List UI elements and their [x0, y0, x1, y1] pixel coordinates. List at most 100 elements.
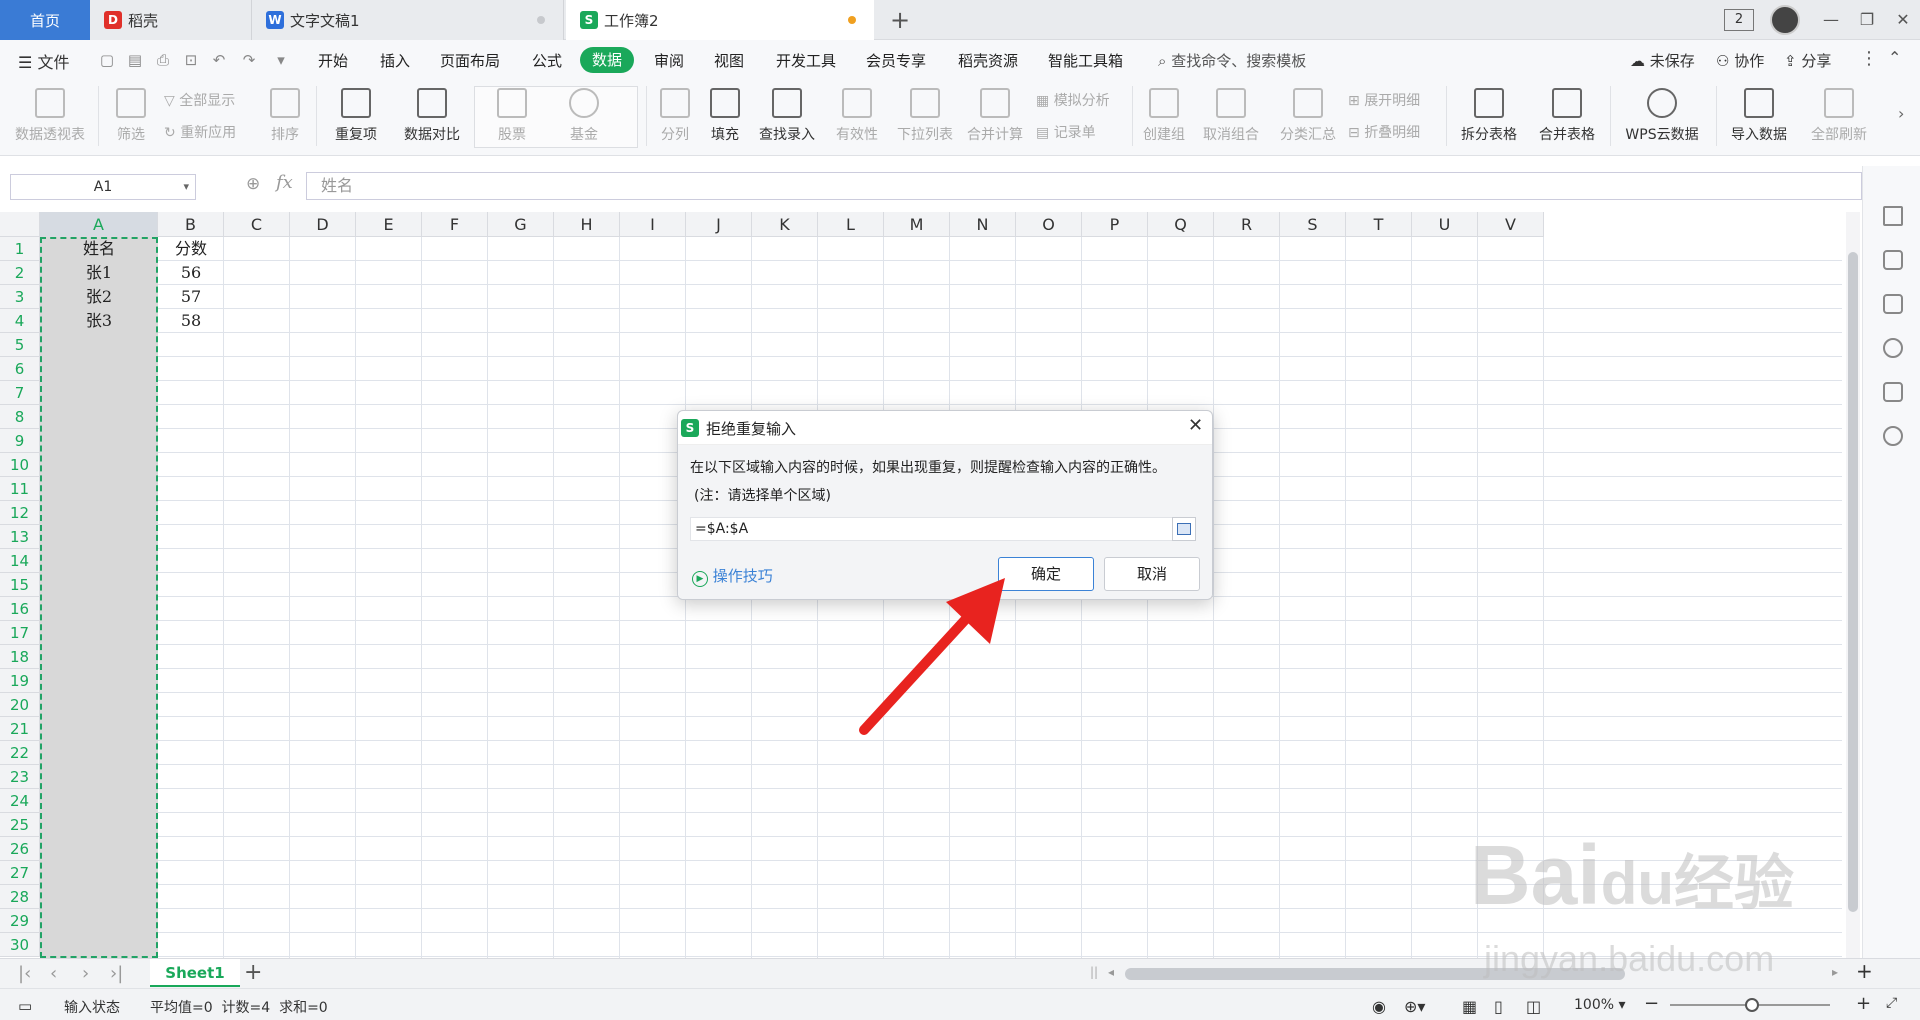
zoom-slider-handle[interactable] [1745, 998, 1759, 1012]
menu-view[interactable]: 视图 [714, 50, 744, 71]
row-header-23[interactable]: 23 [0, 765, 40, 789]
fill-button[interactable]: 填充 [704, 88, 746, 144]
command-search[interactable]: ⌕ 查找命令、搜索模板 [1158, 50, 1306, 71]
merge-table-button[interactable]: 合并表格 [1532, 88, 1602, 144]
row-header-15[interactable]: 15 [0, 573, 40, 597]
filter-button[interactable]: 筛选 [108, 88, 154, 144]
backup-icon[interactable] [1883, 382, 1903, 402]
tips-link[interactable]: ▶ 操作技巧 [692, 565, 773, 587]
column-header-v[interactable]: V [1478, 212, 1544, 237]
collapse-ribbon-icon[interactable]: ⌃ [1888, 48, 1901, 67]
column-header-b[interactable]: B [158, 212, 224, 237]
tab-writer-doc[interactable]: W 文字文稿1 [252, 0, 564, 40]
row-header-20[interactable]: 20 [0, 693, 40, 717]
selected-column-a[interactable] [40, 237, 158, 958]
select-all-corner[interactable] [0, 212, 40, 237]
save-icon[interactable]: ▢ [98, 51, 116, 69]
unsaved-button[interactable]: ☁ 未保存 [1630, 50, 1695, 71]
subtotal-button[interactable]: 分类汇总 [1276, 88, 1340, 144]
whatif-button[interactable]: ▦ 模拟分析 [1036, 90, 1110, 110]
refresh-all-button[interactable]: 全部刷新 [1804, 88, 1874, 144]
data-compare-button[interactable]: 数据对比 [394, 88, 470, 144]
restore-icon[interactable]: ❐ [1854, 8, 1880, 32]
scroll-right-icon[interactable]: ▸ [1832, 965, 1838, 979]
split-handle-icon[interactable]: || [1090, 965, 1098, 979]
column-header-a[interactable]: A [40, 212, 158, 237]
normal-view-icon[interactable]: ▦ [1462, 997, 1477, 1016]
row-header-22[interactable]: 22 [0, 741, 40, 765]
row-header-5[interactable]: 5 [0, 333, 40, 357]
dropdown-list-button[interactable]: 下拉列表 [894, 88, 956, 144]
cell-b1[interactable]: 分数 [158, 237, 224, 261]
column-header-p[interactable]: P [1082, 212, 1148, 237]
column-header-q[interactable]: Q [1148, 212, 1214, 237]
row-header-27[interactable]: 27 [0, 861, 40, 885]
column-header-n[interactable]: N [950, 212, 1016, 237]
row-header-28[interactable]: 28 [0, 885, 40, 909]
zoom-out-icon[interactable]: − [1644, 993, 1659, 1014]
tab-home[interactable]: 首页 [0, 0, 90, 40]
lightning-icon[interactable] [1883, 426, 1903, 446]
column-header-k[interactable]: K [752, 212, 818, 237]
first-sheet-icon[interactable]: |‹ [18, 963, 31, 984]
consolidate-button[interactable]: 合并计算 [964, 88, 1026, 144]
column-header-c[interactable]: C [224, 212, 290, 237]
more-options-icon[interactable]: ⋮ [1860, 48, 1878, 69]
row-header-21[interactable]: 21 [0, 717, 40, 741]
row-header-12[interactable]: 12 [0, 501, 40, 525]
column-header-j[interactable]: J [686, 212, 752, 237]
menu-member[interactable]: 会员专享 [866, 50, 926, 71]
avatar[interactable] [1770, 5, 1800, 35]
prev-sheet-icon[interactable]: ‹ [50, 963, 57, 984]
sheet-tab-sheet1[interactable]: Sheet1 [150, 959, 240, 987]
export-icon[interactable]: ▤ [126, 51, 144, 69]
expand-detail-button[interactable]: ⊞ 展开明细 [1348, 90, 1420, 110]
show-all-button[interactable]: ▽ 全部显示 [164, 90, 235, 110]
import-data-button[interactable]: 导入数据 [1724, 88, 1794, 144]
row-header-3[interactable]: 3 [0, 285, 40, 309]
column-header-d[interactable]: D [290, 212, 356, 237]
next-sheet-icon[interactable]: › [82, 963, 89, 984]
row-header-4[interactable]: 4 [0, 309, 40, 333]
vertical-scrollbar[interactable] [1846, 212, 1860, 958]
collab-button[interactable]: ⚇ 协作 [1716, 50, 1764, 71]
row-header-25[interactable]: 25 [0, 813, 40, 837]
row-header-6[interactable]: 6 [0, 357, 40, 381]
split-table-button[interactable]: 拆分表格 [1454, 88, 1524, 144]
help-icon[interactable] [1883, 338, 1903, 358]
row-header-24[interactable]: 24 [0, 789, 40, 813]
column-header-f[interactable]: F [422, 212, 488, 237]
duplicates-button[interactable]: 重复项 [326, 88, 386, 144]
row-header-16[interactable]: 16 [0, 597, 40, 621]
file-menu[interactable]: ☰ 文件 [18, 49, 69, 73]
column-header-t[interactable]: T [1346, 212, 1412, 237]
funds-button[interactable]: 基金 [556, 88, 612, 144]
zoom-in-icon[interactable]: + [1856, 993, 1871, 1014]
reapply-button[interactable]: ↻ 重新应用 [164, 122, 236, 142]
menu-insert[interactable]: 插入 [380, 50, 410, 71]
more-quick-icon[interactable]: ▾ [272, 51, 290, 69]
formula-input[interactable]: 姓名 [306, 172, 1862, 200]
input-method-icon[interactable]: ⊕▾ [1404, 997, 1425, 1016]
cell-b2[interactable]: 56 [158, 261, 224, 285]
range-select-button[interactable] [1172, 517, 1196, 541]
row-header-1[interactable]: 1 [0, 237, 40, 261]
column-header-u[interactable]: U [1412, 212, 1478, 237]
row-header-7[interactable]: 7 [0, 381, 40, 405]
ribbon-scroll-right-icon[interactable]: › [1898, 104, 1904, 123]
row-header-30[interactable]: 30 [0, 933, 40, 957]
cancel-button[interactable]: 取消 [1104, 557, 1200, 591]
column-header-m[interactable]: M [884, 212, 950, 237]
column-header-r[interactable]: R [1214, 212, 1280, 237]
sort-button[interactable]: 排序 [262, 88, 308, 144]
row-header-14[interactable]: 14 [0, 549, 40, 573]
pivot-table-button[interactable]: 数据透视表 [10, 88, 90, 144]
menu-review[interactable]: 审阅 [654, 50, 684, 71]
zoom-level[interactable]: 100% ▾ [1574, 997, 1626, 1013]
vertical-scroll-thumb[interactable] [1848, 252, 1858, 912]
eye-protection-icon[interactable]: ◉ [1372, 997, 1386, 1016]
column-header-l[interactable]: L [818, 212, 884, 237]
macro-icon[interactable]: ▭ [18, 997, 32, 1015]
sliders-icon[interactable] [1883, 250, 1903, 270]
menu-data[interactable]: 数据 [580, 47, 635, 73]
